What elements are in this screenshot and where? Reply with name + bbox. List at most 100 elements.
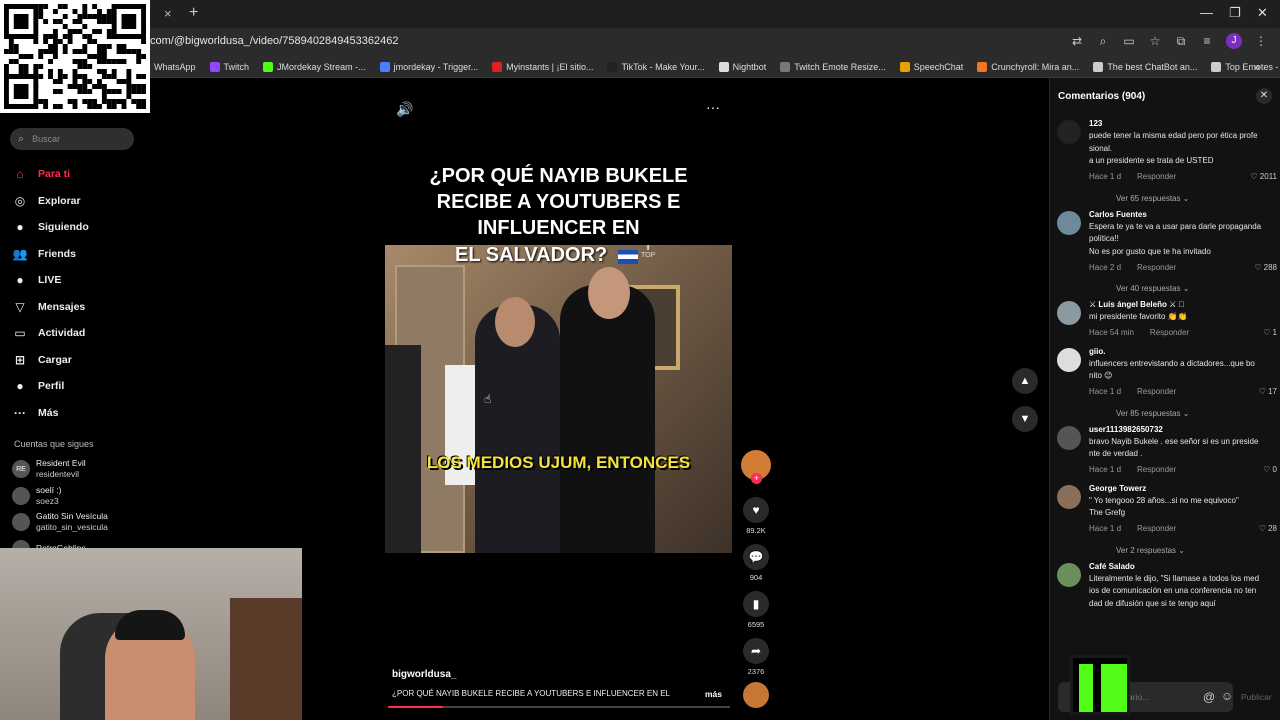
sidebar-item-mensajes[interactable]: ▽ Mensajes: [12, 294, 89, 321]
comment-count: 904: [749, 573, 763, 582]
video-more-icon[interactable]: ···: [706, 99, 720, 115]
mouse-cursor-icon: ☝: [484, 392, 492, 406]
comment-text: nito 😉: [1089, 371, 1113, 380]
sidebar-item-actividad[interactable]: ▭ Actividad: [12, 320, 89, 347]
bookmark-item[interactable]: SpeechChat: [899, 61, 963, 72]
bookmark-item[interactable]: Twitch Emote Resize...: [780, 61, 886, 72]
bookmark-star-icon[interactable]: ☆: [1148, 34, 1162, 48]
bookmark-item[interactable]: jmordekay - Trigger...: [379, 61, 478, 72]
sidebar-item-ms[interactable]: ··· Más: [12, 400, 89, 427]
comment-like-button[interactable]: ♡ 17: [1259, 387, 1277, 396]
reply-button[interactable]: Responder: [1137, 465, 1176, 474]
comment-author[interactable]: Café Salado: [1089, 561, 1277, 573]
following-item[interactable]: RE Resident Evil residentevil: [12, 456, 108, 483]
comment-like-button[interactable]: ♡ 2011: [1250, 172, 1277, 181]
view-replies-button[interactable]: Ver 65 respuestas ⌄: [1116, 194, 1277, 203]
sidebar-item-siguiendo[interactable]: ● Siguiendo: [12, 214, 88, 241]
video-author[interactable]: bigworldusa_: [392, 669, 456, 680]
tab-bar: × + — ❐ ✕: [0, 0, 1280, 28]
save-button[interactable]: ▮ 6595: [741, 591, 771, 629]
video-progress-bar[interactable]: [388, 706, 730, 708]
avatar[interactable]: [1057, 347, 1081, 372]
reply-button[interactable]: Responder: [1137, 524, 1176, 533]
bookmark-item[interactable]: Crunchyroll: Mira an...: [977, 61, 1080, 72]
bookmark-favicon-icon: [492, 61, 503, 72]
video-frame[interactable]: LOS MEDIOS UJUM, ENTONCES: [385, 245, 732, 553]
sidebar-item-perfil[interactable]: ● Perfil: [12, 373, 89, 400]
comment-author[interactable]: 123: [1089, 118, 1277, 130]
description-more-link[interactable]: más: [705, 689, 722, 699]
avatar[interactable]: [1057, 484, 1081, 509]
extensions-icon[interactable]: ⧉: [1174, 34, 1188, 49]
maximize-button[interactable]: ❐: [1229, 5, 1241, 21]
sidebar-item-friends[interactable]: 👥 Friends: [12, 241, 89, 268]
avatar[interactable]: [1057, 425, 1081, 450]
comment-author[interactable]: user1113982650732: [1089, 424, 1277, 436]
comment-like-button[interactable]: ♡ 0: [1263, 465, 1277, 474]
reply-button[interactable]: Responder: [1150, 328, 1189, 337]
share-button[interactable]: ➦ 2376: [741, 638, 771, 676]
bookmark-favicon-icon: [1211, 61, 1222, 72]
comment-button[interactable]: 💬 904: [741, 544, 771, 582]
menu-icon[interactable]: ⋮: [1254, 34, 1268, 48]
avatar[interactable]: [1057, 210, 1081, 235]
like-button[interactable]: ♥ 89.2K: [741, 497, 771, 535]
sidebar-item-cargar[interactable]: ⊞ Cargar: [12, 347, 89, 374]
reply-button[interactable]: Responder: [1137, 172, 1176, 181]
avatar[interactable]: [1057, 301, 1081, 325]
comment-like-button[interactable]: ♡ 288: [1254, 263, 1277, 272]
heart-icon: ♥: [743, 497, 769, 523]
following-item[interactable]: Gatito Sin Vesícula gatito_sin_vesicula: [12, 509, 108, 536]
zoom-icon[interactable]: ⌕: [1096, 34, 1110, 49]
search-input[interactable]: ⌕ Buscar: [10, 128, 134, 150]
follow-plus-icon[interactable]: +: [751, 473, 762, 484]
cast-icon[interactable]: ▭: [1122, 34, 1136, 48]
new-tab-button[interactable]: +: [189, 4, 198, 22]
sidebar-item-live[interactable]: ● LIVE: [12, 267, 89, 294]
translate-icon[interactable]: ⇄: [1070, 34, 1084, 48]
following-item[interactable]: soelí :) soez3: [12, 483, 108, 510]
next-video-button[interactable]: ▼: [1012, 406, 1038, 432]
bookmark-item[interactable]: Nightbot: [718, 61, 766, 72]
comment-like-button[interactable]: ♡ 1: [1263, 328, 1277, 337]
music-disc-icon[interactable]: [743, 682, 769, 708]
media-icon[interactable]: ≡: [1200, 34, 1214, 48]
avatar[interactable]: [1057, 562, 1081, 587]
view-replies-button[interactable]: Ver 2 respuestas ⌄: [1116, 546, 1277, 555]
view-replies-button[interactable]: Ver 85 respuestas ⌄: [1116, 409, 1277, 418]
profile-avatar[interactable]: J: [1226, 33, 1242, 49]
publish-button[interactable]: Publicar: [1241, 692, 1272, 702]
comment-author[interactable]: George Towerz: [1089, 483, 1277, 495]
comment-author[interactable]: ⚔ Luis ángel Beleño ⚔ 🏻: [1089, 299, 1277, 311]
emoji-icon[interactable]: ☺: [1221, 689, 1233, 703]
tab-close-icon[interactable]: ×: [164, 6, 172, 21]
bookmark-item[interactable]: Top Emotes - 7TV: [1211, 61, 1280, 72]
comment-text: influencers entrevistando a dictadores..…: [1089, 358, 1255, 368]
reply-button[interactable]: Responder: [1137, 387, 1176, 396]
bookmarks-more-icon[interactable]: »: [1253, 60, 1260, 74]
volume-icon[interactable]: 🔊: [396, 101, 413, 118]
bookmark-item[interactable]: The best ChatBot an...: [1093, 61, 1197, 72]
bookmark-item[interactable]: TikTok - Make Your...: [607, 61, 705, 72]
comment-like-button[interactable]: ♡ 28: [1259, 524, 1277, 533]
comment-author[interactable]: giio.: [1089, 346, 1277, 358]
url-field[interactable]: com/@bigworldusa_/video/7589402849453362…: [150, 35, 398, 47]
sidebar-item-explorar[interactable]: ◎ Explorar: [12, 188, 89, 215]
bookmark-item[interactable]: JMordekay Stream -...: [263, 61, 366, 72]
bookmark-label: Myinstants | ¡El sitio...: [506, 61, 594, 72]
bookmark-item[interactable]: Twitch: [209, 61, 249, 72]
bookmark-label: Twitch Emote Resize...: [794, 61, 886, 72]
comment-time: Hace 1 d: [1089, 524, 1122, 533]
comment-author[interactable]: Carlos Fuentes: [1089, 209, 1277, 221]
minimize-button[interactable]: —: [1200, 5, 1213, 20]
previous-video-button[interactable]: ▲: [1012, 368, 1038, 394]
avatar[interactable]: [1057, 120, 1081, 144]
close-window-button[interactable]: ✕: [1257, 5, 1268, 21]
view-replies-button[interactable]: Ver 40 respuestas ⌄: [1116, 284, 1277, 293]
mention-icon[interactable]: @: [1203, 690, 1215, 704]
bookmark-label: Crunchyroll: Mira an...: [991, 61, 1080, 72]
bookmark-item[interactable]: Myinstants | ¡El sitio...: [492, 61, 594, 72]
close-comments-button[interactable]: ✕: [1256, 88, 1272, 104]
reply-button[interactable]: Responder: [1137, 263, 1176, 272]
sidebar-item-parati[interactable]: ⌂ Para ti: [12, 161, 89, 188]
